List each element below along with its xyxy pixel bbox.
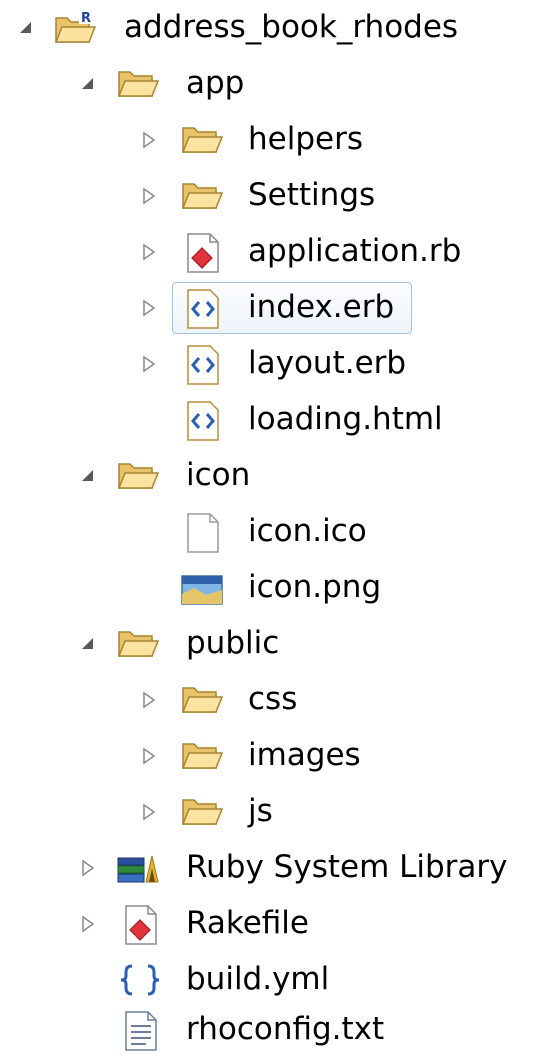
library-icon [116,848,159,888]
folder-icon [116,624,160,664]
expanded-twisty-icon[interactable] [78,466,98,486]
tree-item-icon-png[interactable]: icon.png [0,560,537,616]
tree-item-address-book-rhodes[interactable]: R address_book_rhodes [0,0,537,56]
tree-item-helpers[interactable]: helpers [0,112,537,168]
collapsed-twisty-icon[interactable] [78,914,98,934]
tree-item-icon-folder[interactable]: icon [0,448,537,504]
svg-text:R: R [81,11,91,26]
tree-item-label: application.rb [248,233,462,269]
folder-icon [180,736,224,776]
erb-file-icon [184,344,224,385]
tree-item-index-erb[interactable]: index.erb [0,280,537,336]
collapsed-twisty-icon[interactable] [139,186,159,206]
image-file-icon [180,568,223,608]
folder-icon [116,64,160,104]
tree-item-label: rhoconfig.txt [186,1011,385,1047]
tree-item-settings[interactable]: Settings [0,168,537,224]
tree-item-layout-erb[interactable]: layout.erb [0,336,537,392]
folder-icon [180,120,224,160]
tree-item-label: loading.html [248,401,443,437]
ruby-file-icon [122,904,162,945]
tree-item-label: index.erb [248,289,395,325]
erb-file-icon [184,288,224,329]
tree-item-label: js [248,793,273,829]
tree-item-loading-html[interactable]: loading.html [0,392,537,448]
tree-item-icon-ico[interactable]: icon.ico [0,504,537,560]
tree-item-public[interactable]: public [0,616,537,672]
expanded-twisty-icon[interactable] [78,74,98,94]
folder-icon [116,456,160,496]
text-file-icon [122,1010,162,1051]
tree-item-label: icon.png [248,569,382,605]
tree-item-label: images [248,737,361,773]
erb-file-icon [184,400,224,441]
tree-item-images[interactable]: images [0,728,537,784]
collapsed-twisty-icon[interactable] [139,746,159,766]
folder-icon [180,680,224,720]
tree-item-label: Rakefile [186,905,309,941]
folder-icon [180,792,224,832]
tree-item-label: build.yml [186,961,330,997]
tree-item-js[interactable]: js [0,784,537,840]
project-folder-icon: R [53,8,97,48]
ruby-file-icon [184,232,224,273]
tree-item-app[interactable]: app [0,56,537,112]
tree-item-label: layout.erb [248,345,407,381]
tree-item-rakefile[interactable]: Rakefile [0,896,537,952]
tree-item-rhoconfig-txt[interactable]: rhoconfig.txt [0,1002,537,1058]
tree-item-css[interactable]: css [0,672,537,728]
tree-item-label: helpers [248,121,363,157]
blank-file-icon [184,512,224,553]
tree-item-label: Ruby System Library [186,849,508,885]
tree-item-label: address_book_rhodes [124,9,459,45]
tree-item-label: icon.ico [248,513,367,549]
collapsed-twisty-icon[interactable] [139,242,159,262]
tree-item-ruby-system-library[interactable]: Ruby System Library [0,840,537,896]
project-explorer-tree: R address_book_rhodes app helpers Settin… [0,0,537,1056]
collapsed-twisty-icon[interactable] [139,130,159,150]
tree-item-label: css [248,681,298,717]
tree-item-label: public [186,625,280,661]
folder-icon [180,176,224,216]
tree-item-build-yml[interactable]: build.yml [0,952,537,1008]
collapsed-twisty-icon[interactable] [139,802,159,822]
collapsed-twisty-icon[interactable] [139,354,159,374]
tree-item-label: icon [186,457,251,493]
expanded-twisty-icon[interactable] [16,18,36,38]
collapsed-twisty-icon[interactable] [78,858,98,878]
expanded-twisty-icon[interactable] [78,634,98,654]
collapsed-twisty-icon[interactable] [139,298,159,318]
tree-item-label: app [186,65,245,101]
yml-file-icon [118,960,160,1000]
tree-item-application-rb[interactable]: application.rb [0,224,537,280]
collapsed-twisty-icon[interactable] [139,690,159,710]
tree-item-label: Settings [248,177,376,213]
